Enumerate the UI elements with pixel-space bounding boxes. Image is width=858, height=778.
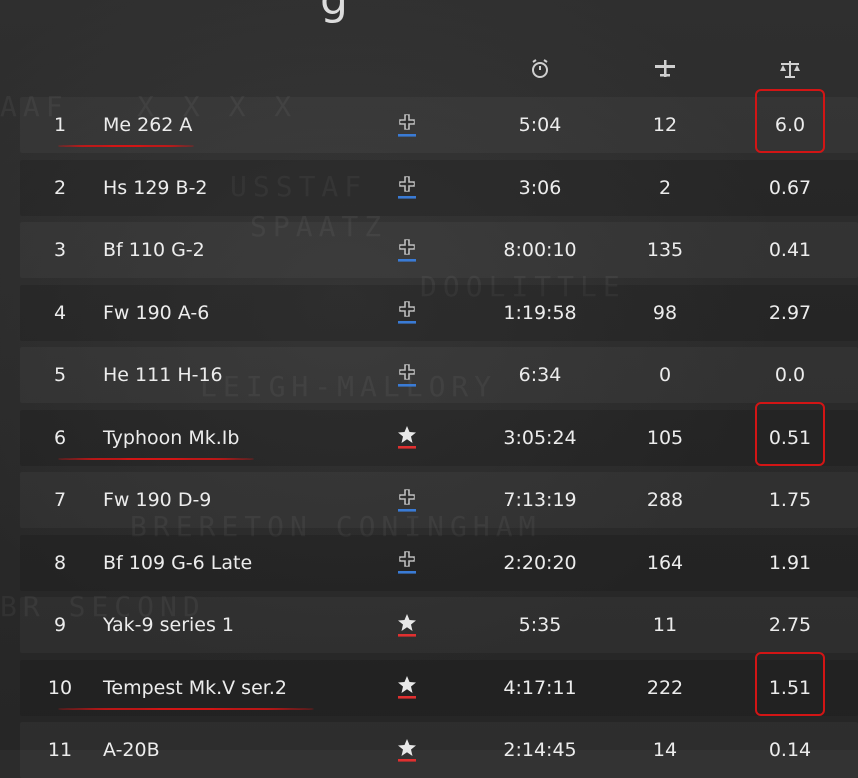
aircraft-name: Me 262 A: [103, 114, 193, 136]
aircraft-name: Typhoon Mk.Ib: [103, 426, 240, 449]
flight-time: 3:06: [518, 176, 562, 199]
kills-count: 2: [658, 176, 672, 199]
table-row[interactable]: 2 Hs 129 B-2 3:06 2 0.67: [20, 159, 858, 216]
row-rank: 10: [47, 676, 73, 699]
kills-count: 135: [646, 239, 684, 261]
kills-count: 14: [652, 739, 678, 761]
german-cross-icon: [396, 173, 418, 203]
table-header: [20, 54, 858, 84]
kills-count: 105: [646, 426, 684, 449]
german-cross-icon: [392, 222, 422, 278]
table-row[interactable]: 3 Bf 110 G-2 8:00:10 135 0.41: [20, 222, 858, 278]
allied-star-icon: [392, 660, 422, 716]
flight-time: 7:13:19: [503, 489, 577, 511]
table-row[interactable]: 1 Me 262 A 5:04 12 6.0: [20, 89, 858, 153]
allied-star-icon: [392, 597, 422, 653]
row-rank: 11: [47, 739, 73, 761]
german-cross-icon: [396, 486, 418, 516]
table-row[interactable]: 6 Typhoon Mk.Ib 3:05:24 105 0.51: [20, 401, 858, 466]
allied-star-icon: [396, 423, 418, 453]
german-cross-icon: [396, 548, 418, 578]
kd-ratio: 0.51: [768, 426, 812, 449]
kd-ratio: 0.41: [768, 239, 812, 261]
kd-ratio: 0.67: [768, 176, 812, 199]
kills-count: 11: [652, 614, 678, 636]
flight-time: 8:00:10: [503, 239, 577, 261]
kills-count: 222: [646, 676, 684, 699]
german-cross-icon: [392, 535, 422, 591]
table-row[interactable]: 10 Tempest Mk.V ser.2 4:17:11 222 1.51: [20, 651, 858, 716]
allied-star-icon: [392, 722, 422, 778]
flight-time: 5:04: [518, 114, 562, 136]
flight-time: 5:35: [518, 614, 562, 636]
alarm-clock-icon[interactable]: [525, 54, 555, 84]
aircraft-name: He 111 H-16: [103, 364, 223, 386]
kd-ratio: 2.97: [768, 301, 812, 324]
aircraft-name: Bf 109 G-6 Late: [103, 551, 253, 574]
row-rank: 6: [53, 426, 67, 449]
kd-ratio: 0.14: [768, 739, 812, 761]
kills-count: 288: [646, 489, 684, 511]
kd-ratio: 1.91: [768, 551, 812, 574]
german-cross-icon: [396, 111, 418, 141]
aircraft-name: A-20B: [103, 739, 160, 761]
airplane-icon[interactable]: [650, 54, 680, 84]
flight-time: 2:14:45: [503, 739, 577, 761]
german-cross-icon: [396, 298, 418, 328]
row-rank: 2: [53, 176, 67, 199]
aircraft-name: Yak-9 series 1: [103, 614, 235, 636]
table-row[interactable]: 11 A-20B 2:14:45 14 0.14: [20, 722, 858, 778]
aircraft-name: Tempest Mk.V ser.2: [103, 676, 287, 699]
table-row[interactable]: 7 Fw 190 D-9 7:13:19 288 1.75: [20, 472, 858, 528]
kills-count: 0: [658, 364, 672, 386]
flight-time: 3:05:24: [503, 426, 577, 449]
kd-ratio: 2.75: [768, 614, 812, 636]
kd-ratio: 6.0: [774, 114, 806, 136]
row-rank: 7: [53, 489, 67, 511]
flight-time: 2:20:20: [503, 551, 577, 574]
allied-star-icon: [396, 673, 418, 703]
german-cross-icon: [392, 347, 422, 403]
row-rank: 8: [53, 551, 67, 574]
table-row[interactable]: 4 Fw 190 A-6 1:19:58 98 2.97: [20, 284, 858, 341]
kd-ratio: 1.51: [768, 676, 812, 699]
kills-count: 164: [646, 551, 684, 574]
german-cross-icon: [392, 160, 422, 216]
aircraft-name: Fw 190 A-6: [103, 301, 210, 324]
german-cross-icon: [392, 285, 422, 341]
flight-time: 4:17:11: [503, 676, 577, 699]
balance-scale-icon[interactable]: [775, 54, 805, 84]
german-cross-icon: [392, 97, 422, 153]
table-row[interactable]: 5 He 111 H-16 6:34 0 0.0: [20, 347, 858, 403]
german-cross-icon: [396, 361, 418, 391]
allied-star-icon: [396, 736, 418, 766]
kills-count: 12: [652, 114, 678, 136]
allied-star-icon: [392, 410, 422, 466]
row-rank: 4: [53, 301, 67, 324]
kd-ratio: 0.0: [774, 364, 806, 386]
german-cross-icon: [396, 236, 418, 266]
allied-star-icon: [396, 611, 418, 641]
row-rank: 1: [53, 114, 67, 136]
row-rank: 5: [53, 364, 67, 386]
table-row[interactable]: 9 Yak-9 series 1 5:35 11 2.75: [20, 597, 858, 653]
row-rank: 9: [53, 614, 67, 636]
flight-time: 6:34: [518, 364, 562, 386]
aircraft-name: Fw 190 D-9: [103, 489, 212, 511]
flight-time: 1:19:58: [503, 301, 577, 324]
kd-ratio: 1.75: [768, 489, 812, 511]
aircraft-name: Hs 129 B-2: [103, 176, 208, 199]
german-cross-icon: [392, 472, 422, 528]
page-title: g: [320, 0, 348, 25]
table-row[interactable]: 8 Bf 109 G-6 Late 2:20:20 164 1.91: [20, 534, 858, 591]
kills-count: 98: [652, 301, 678, 324]
row-rank: 3: [53, 239, 67, 261]
aircraft-name: Bf 110 G-2: [103, 239, 205, 261]
